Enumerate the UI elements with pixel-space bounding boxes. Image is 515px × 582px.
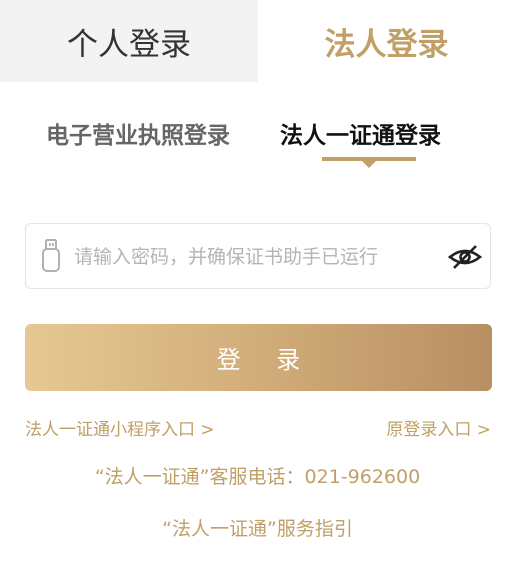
original-login-entry-link[interactable]: 原登录入口 > [386, 415, 491, 440]
password-input[interactable] [72, 224, 436, 290]
login-button[interactable]: 登 录 [25, 324, 492, 391]
tab-personal-login[interactable]: 个人登录 [0, 0, 258, 82]
usb-key-icon [42, 239, 60, 272]
mini-program-entry-link[interactable]: 法人一证通小程序入口 > [25, 415, 215, 440]
hide-password-eye-icon[interactable] [448, 244, 482, 270]
legal-login-method-tabs: 电子营业执照登录 法人一证通登录 [0, 116, 515, 176]
login-type-tabs: 个人登录 法人登录 [0, 0, 515, 82]
active-tab-caret [362, 161, 376, 168]
tab-legal-login[interactable]: 法人登录 [258, 0, 515, 82]
password-field [25, 223, 491, 290]
tab-certificate-login[interactable]: 法人一证通登录 [280, 116, 441, 150]
customer-service-hotline: “法人一证通”客服电话：021-962600 [94, 466, 421, 488]
service-guide-link[interactable]: “法人一证通”服务指引 [0, 514, 515, 541]
tab-business-license-login[interactable]: 电子营业执照登录 [46, 116, 230, 150]
